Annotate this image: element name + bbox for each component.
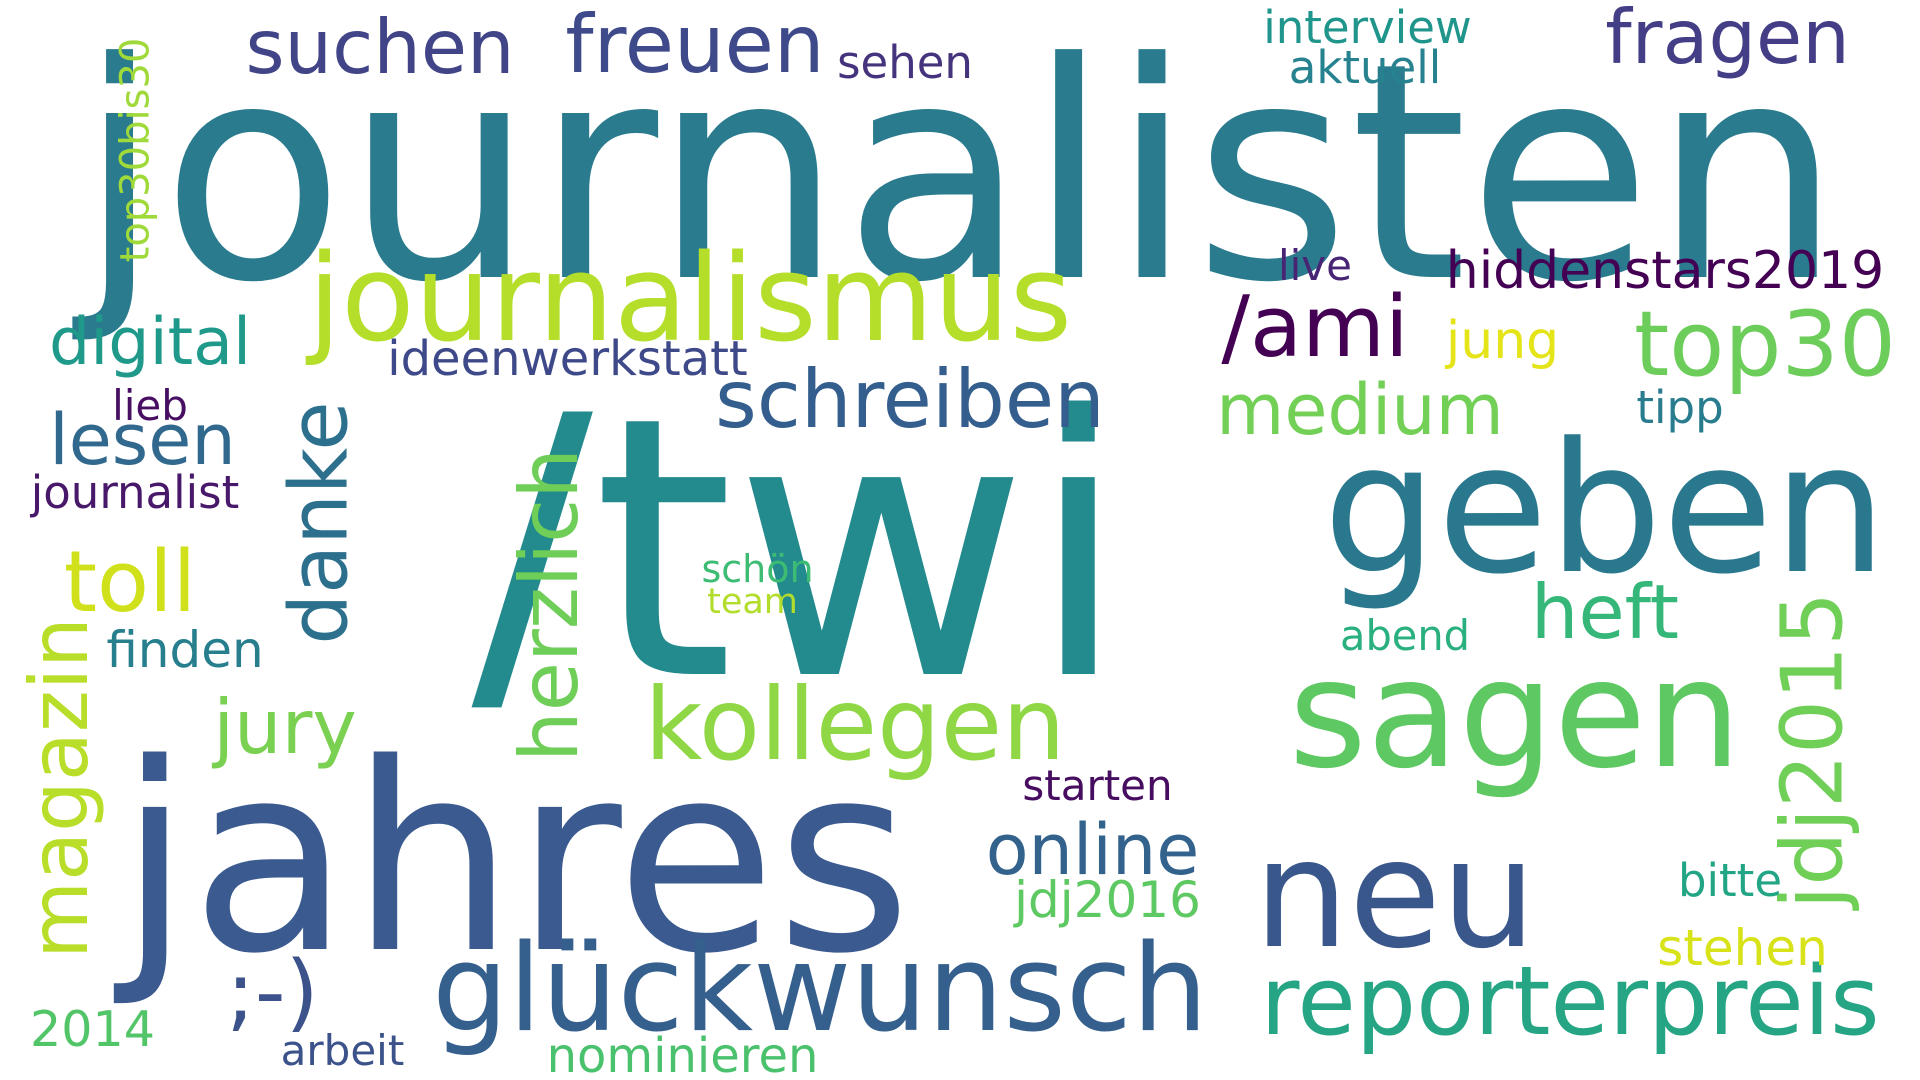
word-sehen: sehen — [837, 36, 973, 89]
word-herzlich: herzlich — [502, 448, 596, 762]
word-top30: top30 — [1633, 292, 1896, 397]
word-team: team — [707, 582, 798, 622]
word-tipp: tipp — [1636, 381, 1724, 434]
word-toll: toll — [63, 533, 197, 632]
word-lieb: lieb — [112, 381, 188, 430]
word-fragen: fragen — [1605, 0, 1850, 81]
word-danke: danke — [272, 400, 366, 645]
word-starten: starten — [1022, 761, 1173, 810]
word-nominieren: nominieren — [546, 1028, 819, 1080]
word-smiley: ;-) — [226, 943, 319, 1042]
word-freuen: freuen — [565, 0, 825, 91]
word-suchen: suchen — [245, 3, 515, 91]
word-jury: jury — [213, 683, 357, 771]
word-jdj2016: jdj2016 — [1014, 871, 1201, 929]
word-ami: /ami — [1221, 278, 1409, 377]
word-digital: digital — [48, 305, 251, 380]
word-abend: abend — [1340, 611, 1470, 661]
word-hiddenstars2019: hiddenstars2019 — [1445, 241, 1885, 301]
word-kollegen: kollegen — [644, 666, 1066, 783]
word-top30bis30: top30bis30 — [112, 37, 158, 263]
word-jdj2015: jdj2015 — [1762, 591, 1862, 909]
word-cloud: journalisten /twi jahres sagen geben neu… — [0, 0, 1920, 1080]
word-magazin: magazin — [13, 616, 106, 959]
word-2014: 2014 — [30, 1000, 155, 1059]
word-journalist: journalist — [30, 466, 240, 519]
word-finden: finden — [106, 621, 264, 679]
word-sagen: sagen — [1288, 628, 1742, 802]
word-ideenwerkstatt: ideenwerkstatt — [387, 331, 748, 387]
word-medium: medium — [1216, 369, 1504, 451]
word-jung: jung — [1445, 311, 1560, 371]
word-live: live — [1277, 241, 1353, 290]
word-heft: heft — [1530, 568, 1680, 656]
word-bitte: bitte — [1677, 854, 1783, 907]
word-aktuell: aktuell — [1288, 41, 1442, 94]
word-arbeit: arbeit — [280, 1026, 405, 1075]
word-schreiben: schreiben — [715, 353, 1105, 446]
word-stehen: stehen — [1657, 919, 1828, 977]
